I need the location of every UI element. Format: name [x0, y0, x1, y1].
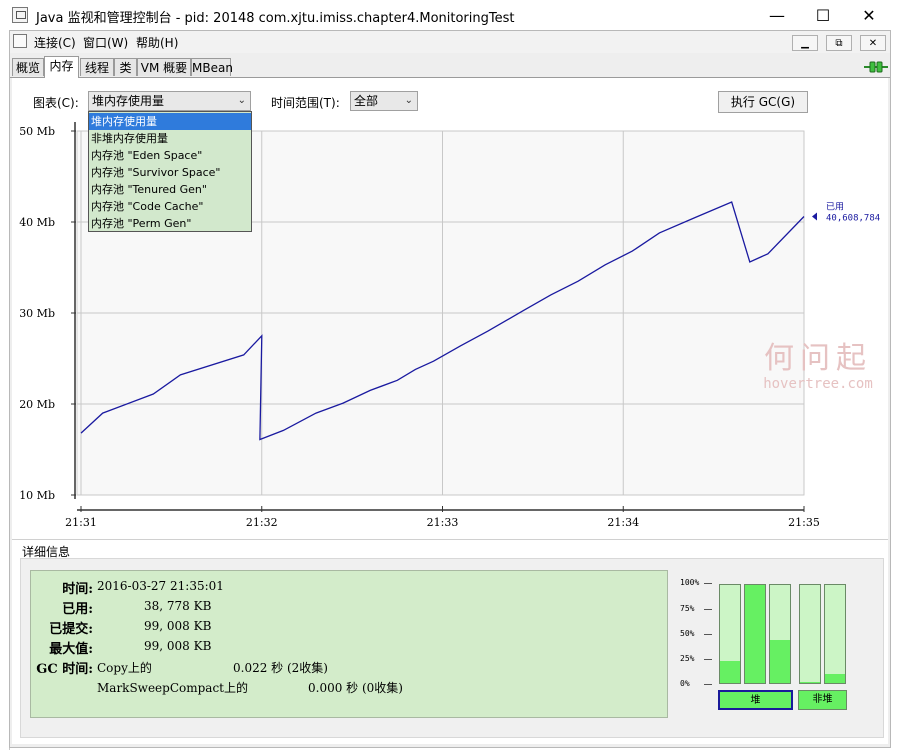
pct-label-25: 25% [680, 654, 695, 663]
heap-pool-bar-1-fill [720, 661, 740, 683]
last-value-marker [812, 212, 817, 221]
detail-time-value: 2016-03-27 21:35:01 [97, 579, 224, 593]
menu-help[interactable]: 帮助(H) [136, 34, 178, 51]
heap-pool-bar-3[interactable] [769, 584, 791, 684]
detail-committed-key: 已提交: [49, 622, 93, 637]
details-divider [12, 539, 888, 540]
heap-pool-bar-2[interactable] [744, 584, 766, 684]
x-tick-label: 21:35 [788, 516, 820, 529]
chart-select[interactable]: 堆内存使用量 ⌄ [88, 91, 251, 111]
time-range-label: 时间范围(T): [271, 96, 340, 110]
detail-max-value: 99, 008 KB [144, 639, 212, 653]
y-tick-label: 20 Mb [19, 398, 55, 411]
x-tick-label: 21:32 [246, 516, 278, 529]
detail-gc-marksweep-name: MarkSweepCompact上的 [97, 681, 248, 695]
nonheap-pool-bar-1-fill [800, 682, 820, 683]
detail-gc-time-key: GC 时间: [36, 662, 93, 677]
maximize-button[interactable]: ☐ [800, 0, 846, 30]
tab-memory[interactable]: 内存 [44, 56, 79, 78]
pct-label-100: 100% [680, 578, 700, 587]
dropdown-option-nonheap[interactable]: 非堆内存使用量 [89, 130, 251, 147]
dropdown-option-eden[interactable]: 内存池 "Eden Space" [89, 147, 251, 164]
dropdown-option-heap[interactable]: 堆内存使用量 [89, 113, 251, 130]
pct-label-0: 0% [680, 679, 690, 688]
time-range-select[interactable]: 全部 ⌄ [350, 91, 418, 111]
menu-window[interactable]: 窗口(W) [83, 34, 128, 51]
y-tick-label: 50 Mb [19, 125, 55, 138]
detail-gc-copy-value: 0.022 秒 (2收集) [233, 661, 328, 675]
mdi-restore-button[interactable]: ⧉ [826, 35, 852, 51]
x-tick-label: 21:31 [65, 516, 97, 529]
minimize-button[interactable]: — [754, 0, 800, 30]
chevron-down-icon: ⌄ [404, 95, 413, 106]
tab-classes[interactable]: 类 [114, 58, 137, 76]
time-range-value: 全部 [354, 94, 379, 108]
last-value-series-label: 已用 [826, 202, 844, 213]
watermark-en: hovertree.com [763, 376, 873, 392]
tab-overview[interactable]: 概览 [12, 58, 44, 76]
tab-threads[interactable]: 线程 [80, 58, 114, 76]
detail-used-value: 38, 778 KB [144, 599, 212, 613]
x-tick-label: 21:34 [607, 516, 639, 529]
nonheap-pool-bar-1[interactable] [799, 584, 821, 684]
dropdown-option-perm-gen[interactable]: 内存池 "Perm Gen" [89, 215, 251, 232]
pool-bars: 100% 75% 50% 25% 0% 堆 非堆 [676, 576, 876, 716]
internal-frame-icon [13, 34, 27, 48]
detail-max-key: 最大值: [49, 642, 93, 657]
chevron-down-icon: ⌄ [237, 95, 246, 106]
detail-gc-copy-name: Copy上的 [97, 661, 152, 675]
tab-vm-summary[interactable]: VM 概要 [137, 58, 191, 76]
chart-select-value: 堆内存使用量 [92, 94, 165, 108]
y-tick-label: 10 Mb [19, 489, 55, 502]
last-value-text: 40,608,784 [826, 214, 880, 224]
pct-label-50: 50% [680, 629, 695, 638]
mdi-close-button[interactable]: ✕ [860, 35, 886, 51]
heap-bar-label[interactable]: 堆 [718, 690, 793, 710]
nonheap-bar-label[interactable]: 非堆 [798, 690, 847, 710]
details-box: 时间: 2016-03-27 21:35:01 已用: 38, 778 KB 已… [30, 570, 668, 718]
detail-gc-marksweep-value: 0.000 秒 (0收集) [308, 681, 403, 695]
detail-used-key: 已用: [62, 602, 93, 617]
connection-status-icon [864, 61, 888, 73]
close-button[interactable]: ✕ [846, 0, 892, 30]
java-app-icon [12, 7, 28, 23]
heap-pool-bar-1[interactable] [719, 584, 741, 684]
y-tick-label: 40 Mb [19, 216, 55, 229]
heap-pool-bar-2-fill [745, 585, 765, 683]
y-tick-label: 30 Mb [19, 307, 55, 320]
chart-label: 图表(C): [33, 96, 79, 110]
dropdown-option-code-cache[interactable]: 内存池 "Code Cache" [89, 198, 251, 215]
title-bar: Java 监视和管理控制台 - pid: 20148 com.xjtu.imis… [0, 0, 900, 30]
nonheap-pool-bar-2-fill [825, 674, 845, 683]
menu-connect[interactable]: 连接(C) [34, 34, 76, 51]
mdi-minimize-button[interactable]: ▁ [792, 35, 818, 51]
pct-label-75: 75% [680, 604, 695, 613]
watermark-cn: 何问起 [764, 341, 872, 376]
heap-pool-bar-3-fill [770, 639, 790, 683]
chart-dropdown-list: 堆内存使用量 非堆内存使用量 内存池 "Eden Space" 内存池 "Sur… [88, 111, 252, 232]
window-title: Java 监视和管理控制台 - pid: 20148 com.xjtu.imis… [36, 11, 515, 26]
detail-committed-value: 99, 008 KB [144, 619, 212, 633]
detail-time-key: 时间: [62, 582, 93, 597]
dropdown-option-survivor[interactable]: 内存池 "Survivor Space" [89, 164, 251, 181]
watermark: 何问起 hovertree.com [748, 341, 888, 393]
dropdown-option-tenured[interactable]: 内存池 "Tenured Gen" [89, 181, 251, 198]
tab-mbean[interactable]: MBean [191, 58, 233, 76]
x-tick-label: 21:33 [427, 516, 459, 529]
nonheap-pool-bar-2[interactable] [824, 584, 846, 684]
